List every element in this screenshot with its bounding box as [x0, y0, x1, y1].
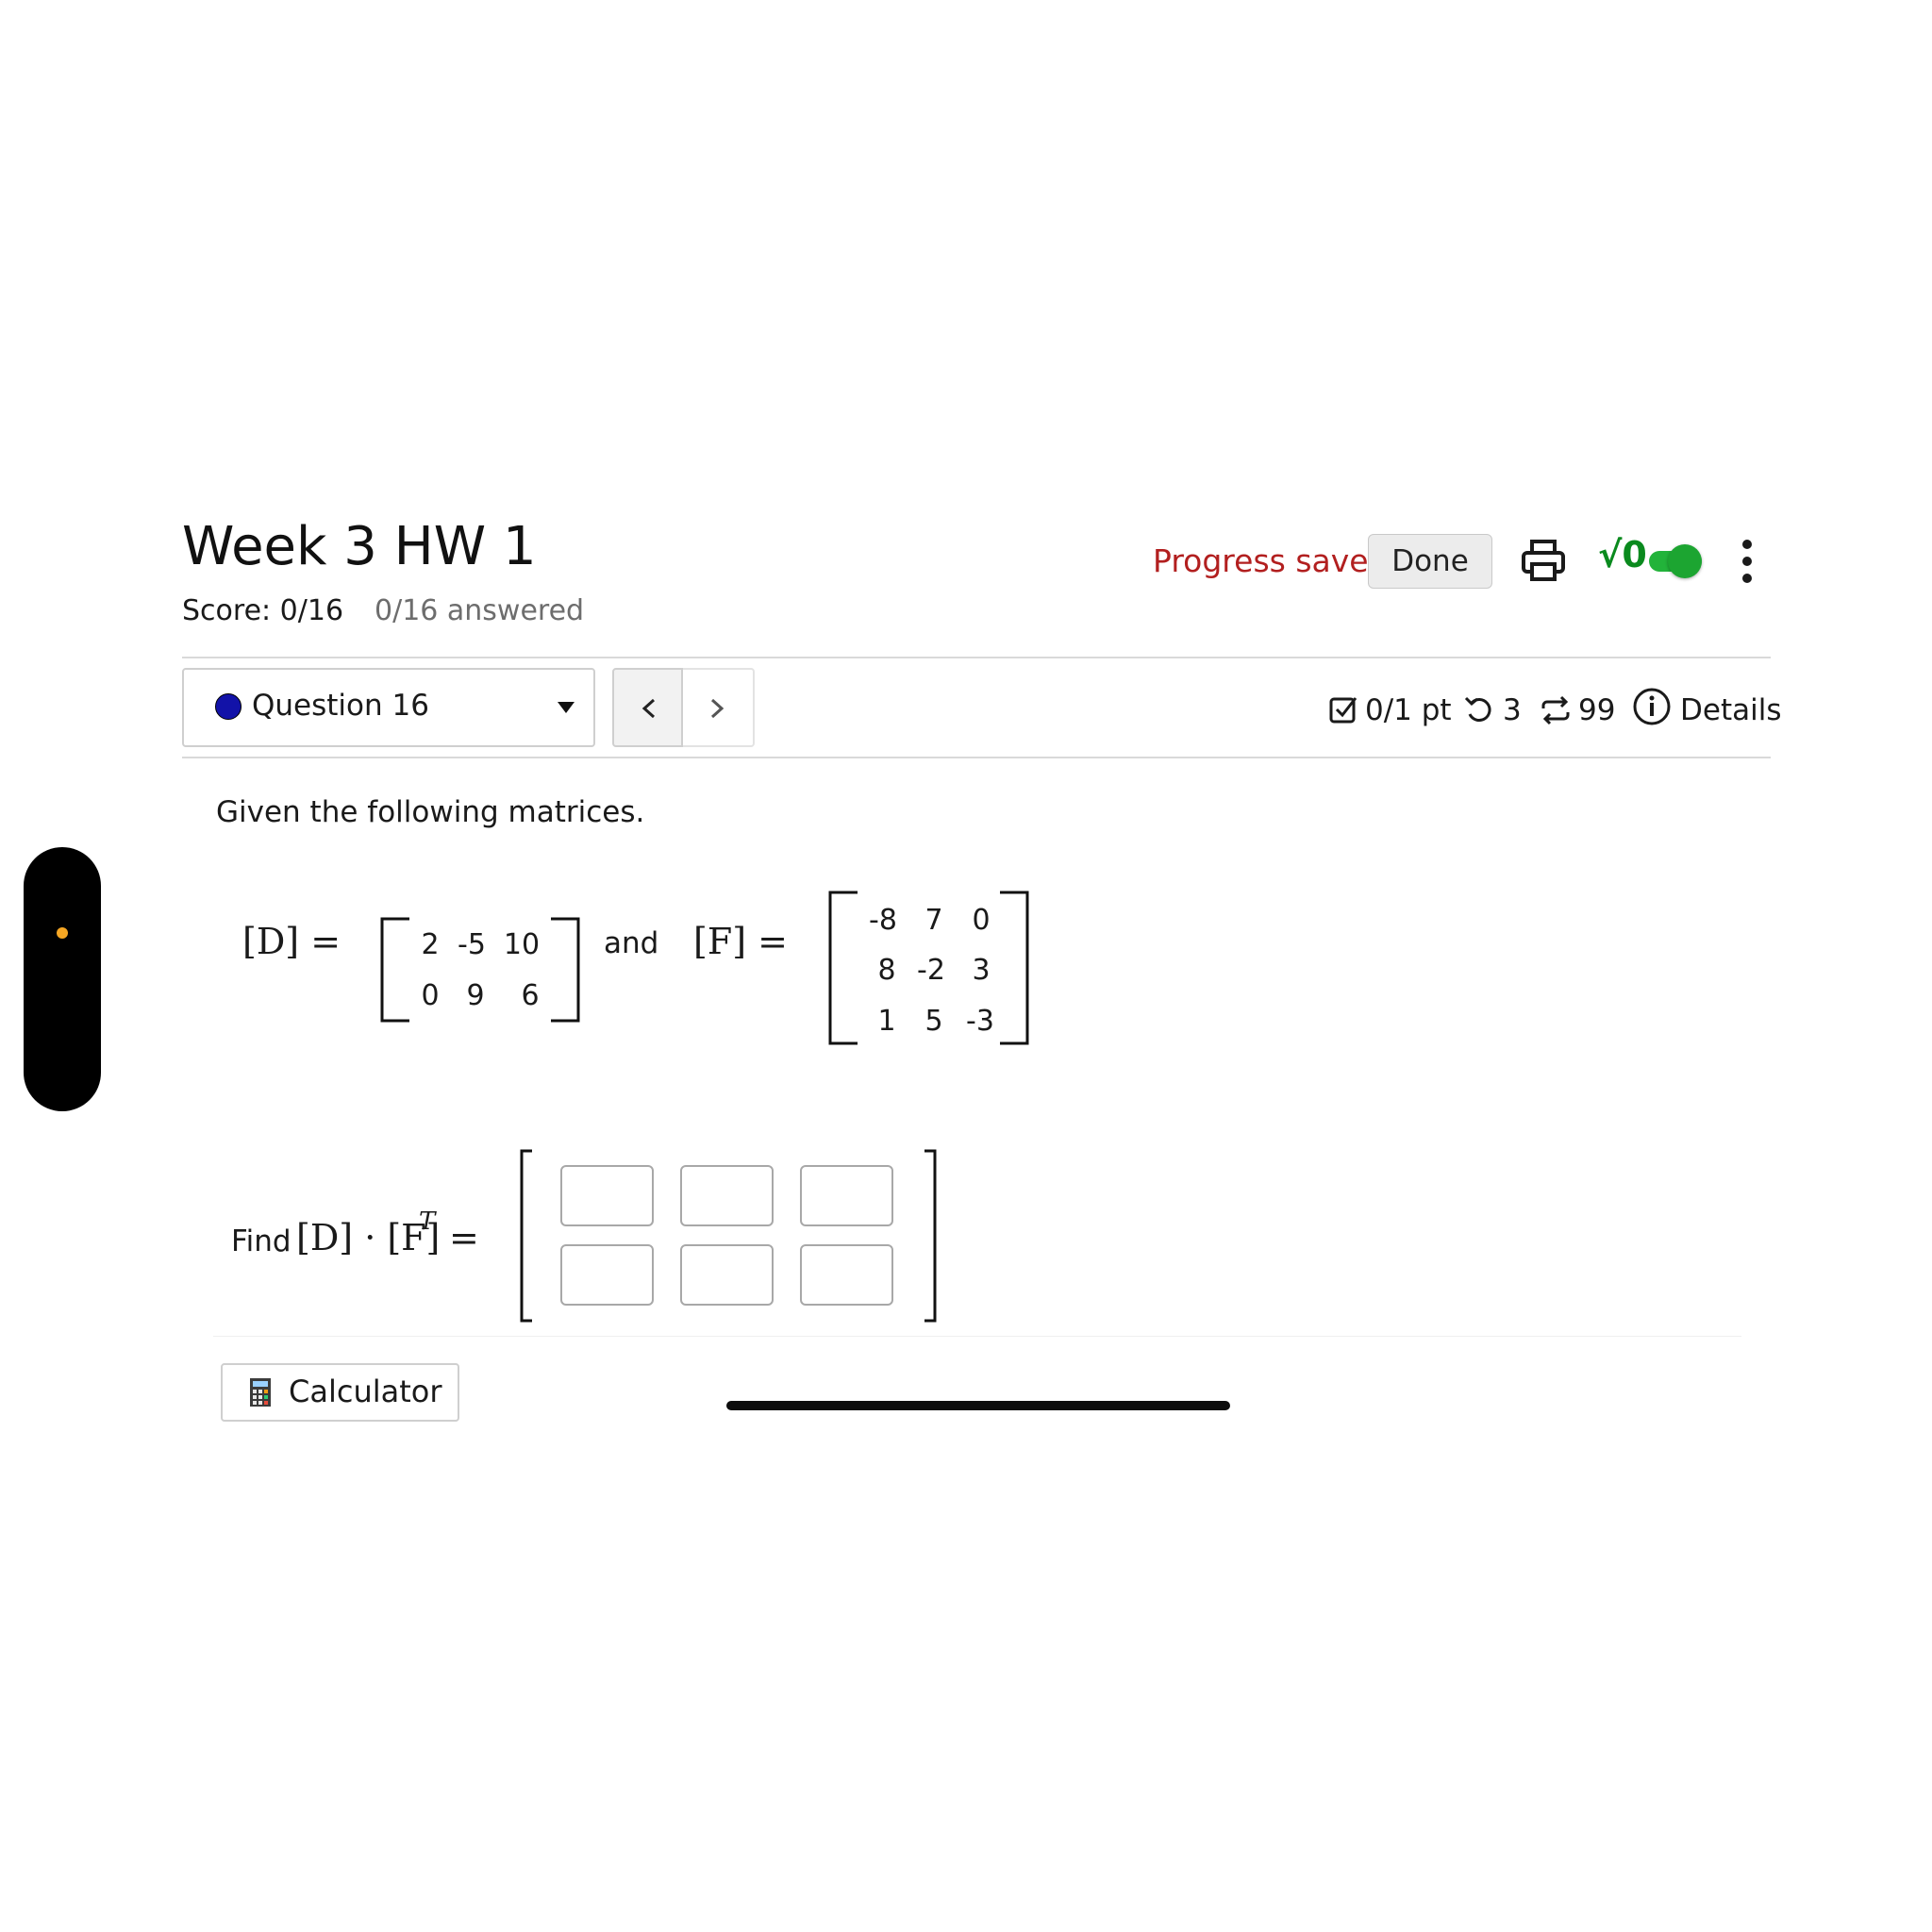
answer-cell-r2c3[interactable] [800, 1244, 893, 1306]
matrix-d-left-bracket [380, 917, 409, 1023]
next-question-button[interactable] [683, 668, 755, 747]
points-value: 0/1 pt [1365, 693, 1452, 727]
retries-count: 3 [1503, 693, 1522, 727]
matrix-d-cell: 0 [421, 979, 440, 1012]
home-indicator-bar[interactable] [726, 1401, 1230, 1410]
question-select-label: Question 16 [252, 689, 429, 723]
done-button[interactable]: Done [1368, 534, 1492, 589]
find-equals: = [449, 1217, 479, 1258]
matrix-f-cell: 5 [924, 1005, 943, 1038]
answer-left-bracket [520, 1149, 532, 1323]
matrix-d-label: [D] = [242, 921, 341, 962]
math-toggle-knob[interactable] [1668, 544, 1702, 578]
checkbox-icon [1329, 697, 1357, 724]
attempts-count: 99 [1578, 693, 1616, 727]
answer-cell-r1c1[interactable] [560, 1165, 654, 1226]
answer-right-bracket [924, 1149, 937, 1323]
details-link[interactable]: Details [1680, 693, 1781, 727]
matrix-d-right-bracket [551, 917, 580, 1023]
matrix-f-cell: 1 [877, 1005, 896, 1038]
previous-question-button[interactable] [612, 668, 683, 747]
matrix-f-left-bracket [828, 891, 858, 1045]
repeat-icon [1541, 695, 1570, 725]
matrix-f-cell: 3 [972, 954, 991, 987]
transpose-superscript: T [419, 1208, 436, 1236]
calculator-label: Calculator [289, 1374, 442, 1409]
kebab-menu-icon[interactable] [1740, 538, 1754, 585]
matrix-d-cell: -5 [458, 928, 486, 961]
matrix-f-label: [F] = [693, 921, 788, 962]
matrix-f-cell: -8 [869, 904, 897, 937]
answer-cell-r1c2[interactable] [680, 1165, 774, 1226]
matrix-f-cell: -2 [917, 954, 945, 987]
matrix-d-cell: 9 [466, 979, 485, 1012]
caret-down-icon [558, 702, 575, 713]
find-label: Find [231, 1224, 291, 1258]
progress-status: Progress saved [1153, 542, 1389, 579]
matrix-f-cell: 0 [972, 904, 991, 937]
answered-count: 0/16 answered [375, 594, 585, 627]
info-icon[interactable] [1632, 687, 1672, 726]
answer-cell-r2c2[interactable] [680, 1244, 774, 1306]
matrix-d-cell: 6 [521, 979, 540, 1012]
side-indicator-dot [57, 927, 68, 939]
problem-divider [213, 1336, 1741, 1337]
score-text: Score: 0/16 [182, 594, 344, 627]
matrix-f-cell: 7 [924, 904, 943, 937]
matrix-f-cell: -3 [966, 1005, 994, 1038]
connector-text: and [604, 926, 659, 960]
sqrt-toggle-icon: √0 [1598, 534, 1647, 575]
answer-cell-r2c1[interactable] [560, 1244, 654, 1306]
question-prompt: Given the following matrices. [216, 795, 645, 829]
side-pill [24, 847, 101, 1111]
page-title: Week 3 HW 1 [182, 516, 537, 577]
answer-cell-r1c3[interactable] [800, 1165, 893, 1226]
matrix-f-cell: 8 [877, 954, 896, 987]
question-bar-divider [182, 757, 1771, 758]
matrix-d-cell: 10 [503, 928, 541, 961]
retry-icon [1464, 696, 1491, 722]
chevron-right-icon [710, 698, 724, 719]
matrix-f-right-bracket [1000, 891, 1029, 1045]
calculator-icon [250, 1378, 271, 1407]
matrix-d-cell: 2 [421, 928, 440, 961]
chevron-left-icon [641, 698, 656, 719]
print-icon[interactable] [1519, 536, 1568, 585]
question-status-dot [215, 693, 242, 720]
header-divider [182, 657, 1771, 658]
